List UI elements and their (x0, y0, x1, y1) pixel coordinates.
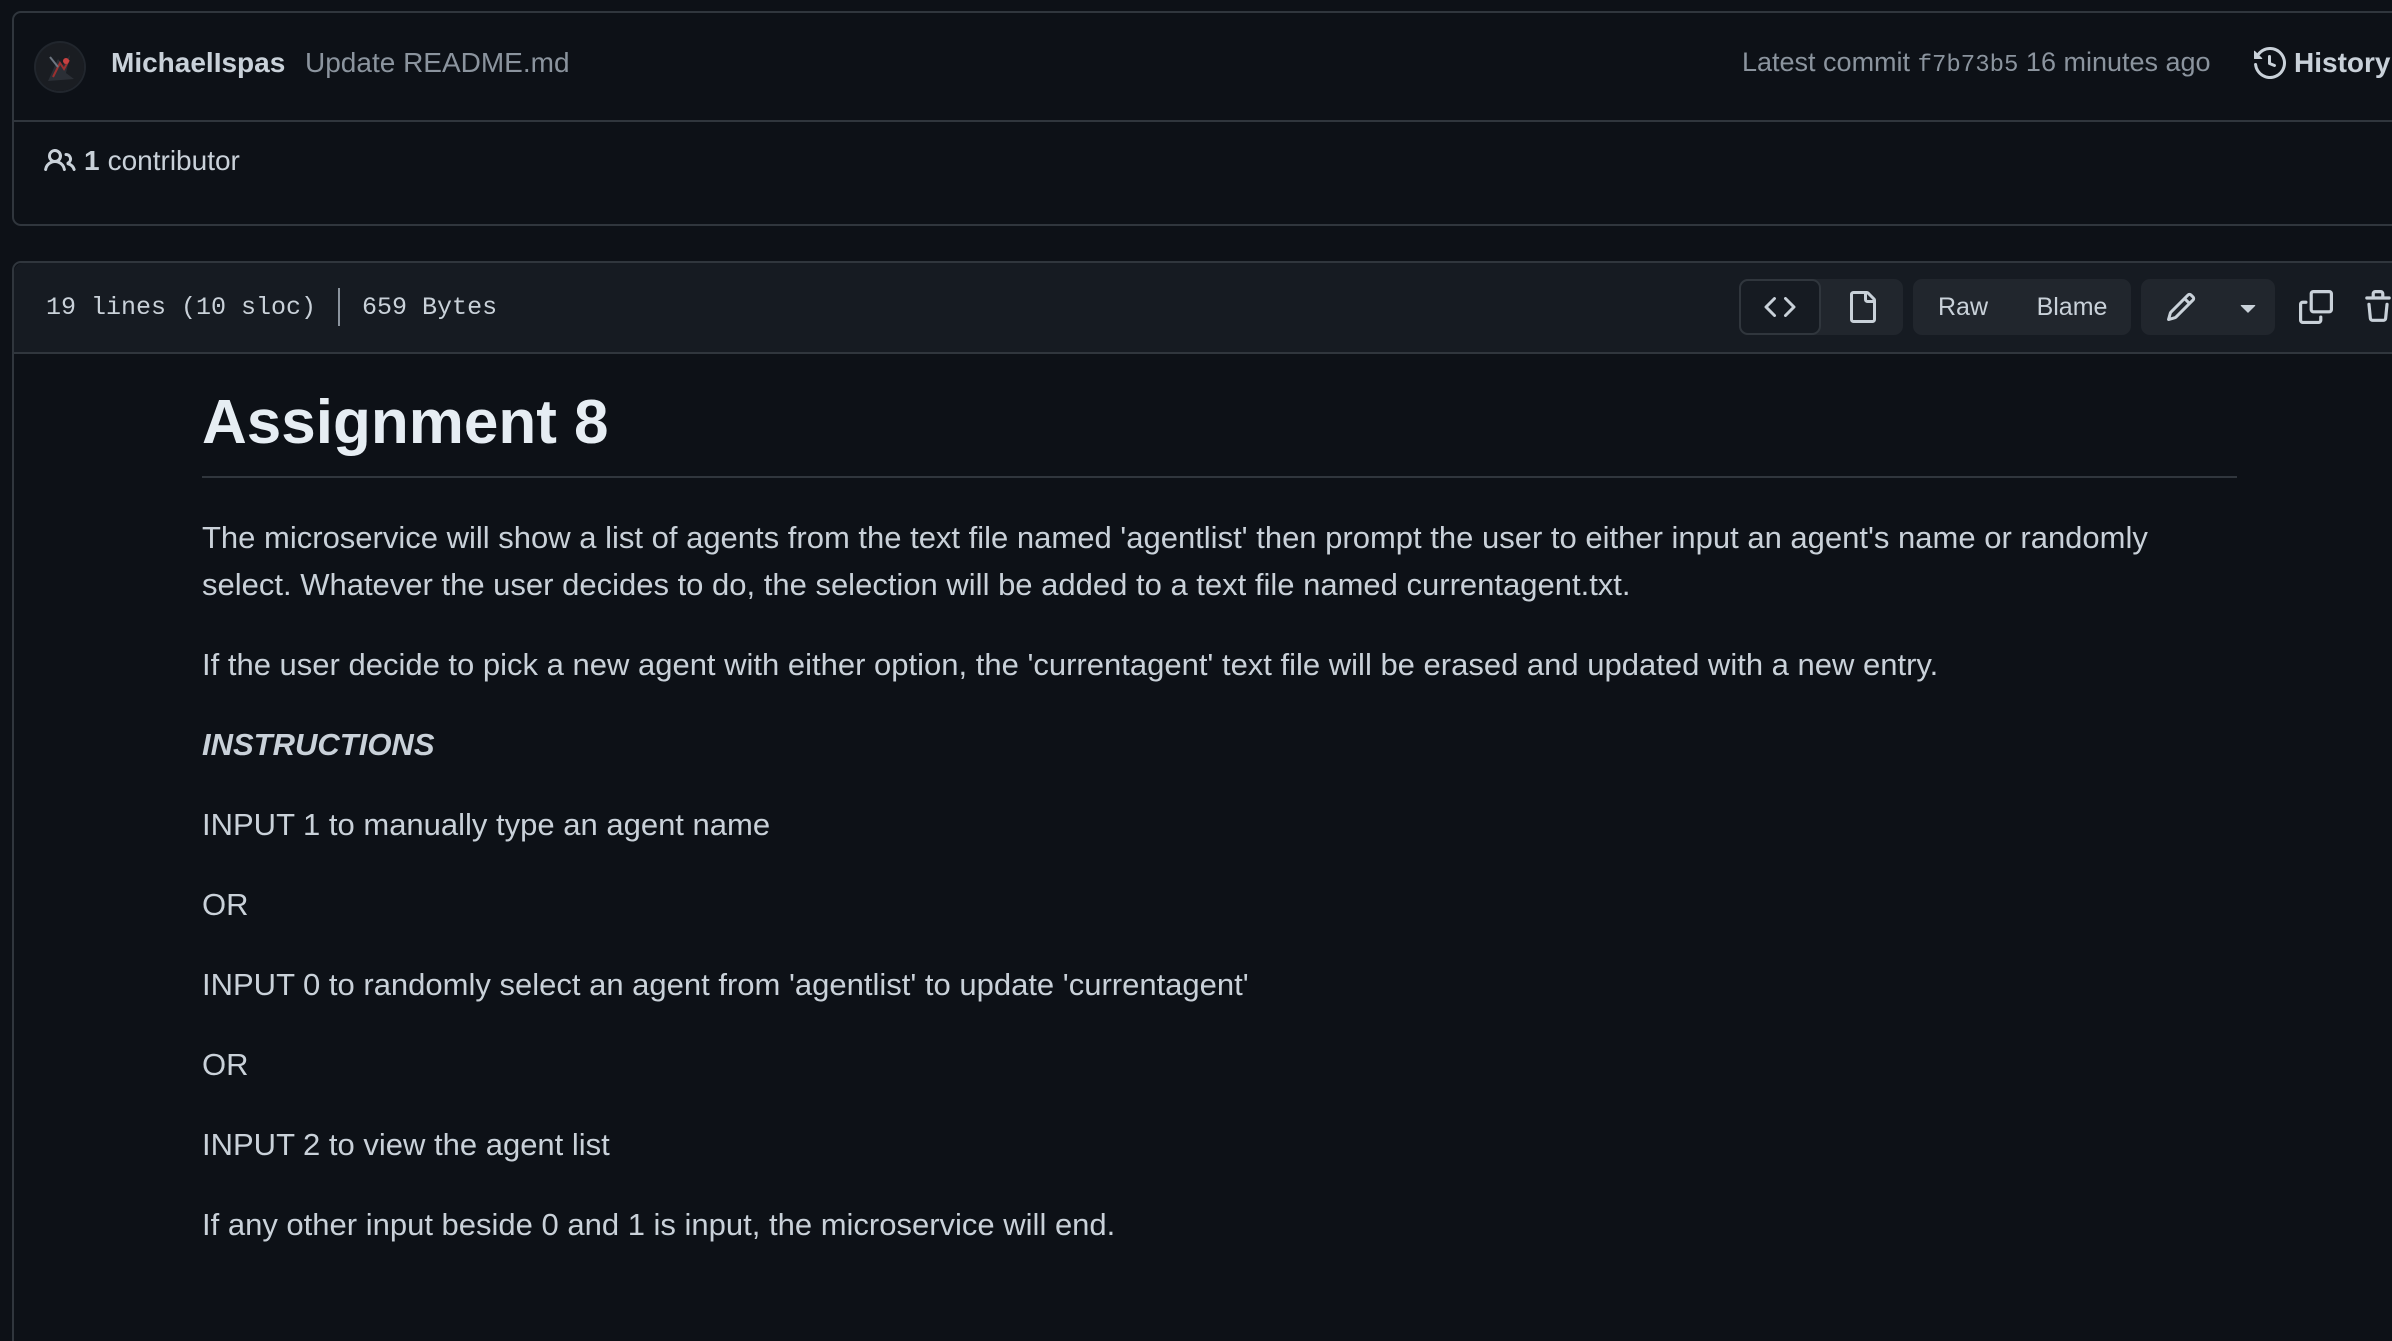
preview-view-button[interactable] (1821, 279, 1903, 335)
readme-paragraph-exit: If any other input beside 0 and 1 is inp… (202, 1206, 1116, 1242)
raw-blame-group: Raw Blame (1913, 279, 2131, 335)
file-size: 659 Bytes (362, 292, 498, 322)
pencil-icon (2166, 292, 2196, 322)
readme-instructions-heading: INSTRUCTIONS (202, 726, 435, 762)
contributor-count: 1 (84, 145, 100, 176)
history-button[interactable]: History (2254, 47, 2390, 79)
commit-time: 16 minutes ago (2025, 47, 2211, 77)
view-toggle-group (1739, 279, 1903, 335)
readme-title: Assignment 8 (202, 354, 2237, 478)
file-icon (1850, 291, 1876, 323)
avatar-image (36, 43, 84, 91)
commit-sha-link[interactable]: f7b73b5 (1918, 52, 2019, 79)
source-view-button[interactable] (1739, 279, 1821, 335)
edit-group (2141, 279, 2275, 335)
commit-message-link[interactable]: Update README.md (305, 47, 570, 79)
blame-button[interactable]: Blame (2013, 279, 2131, 335)
latest-commit-info: Latest commit f7b73b5 16 minutes ago (1742, 47, 2211, 79)
edit-dropdown-button[interactable] (2221, 279, 2275, 335)
file-info-divider (338, 288, 341, 326)
trash-icon (2365, 290, 2391, 322)
commit-box: MichaelIspas Update README.md Latest com… (12, 11, 2392, 226)
people-icon (44, 148, 76, 172)
file-line-count: 19 lines (10 sloc) (46, 292, 317, 322)
history-label: History (2294, 47, 2391, 78)
readme-or-2: OR (202, 1046, 249, 1082)
latest-commit-row: MichaelIspas Update README.md Latest com… (14, 13, 2392, 122)
readme-content: Assignment 8 The microservice will show … (202, 354, 2237, 1248)
history-icon (2254, 47, 2286, 79)
file-view-page: MichaelIspas Update README.md Latest com… (0, 0, 2392, 1341)
contributors-link[interactable]: 1 contributor (44, 145, 240, 177)
readme-instruction-input-1: INPUT 1 to manually type an agent name (202, 806, 771, 842)
commit-author-link[interactable]: MichaelIspas (111, 47, 285, 79)
triangle-down-icon (2240, 305, 2256, 313)
file-info: 19 lines (10 sloc) 659 Bytes (46, 288, 497, 326)
readme-instruction-input-2: INPUT 2 to view the agent list (202, 1126, 610, 1162)
file-box: 19 lines (10 sloc) 659 Bytes Raw Blame A… (12, 261, 2392, 1341)
code-icon (1764, 296, 1796, 318)
readme-paragraph-update: If the user decide to pick a new agent w… (202, 646, 1939, 682)
readme-or-1: OR (202, 886, 249, 922)
avatar[interactable] (36, 43, 84, 91)
edit-file-button[interactable] (2141, 279, 2221, 335)
copy-raw-button[interactable] (2285, 279, 2347, 335)
delete-file-button[interactable] (2347, 279, 2392, 335)
file-header: 19 lines (10 sloc) 659 Bytes Raw Blame (14, 263, 2392, 354)
raw-button[interactable]: Raw (1913, 279, 2013, 335)
copy-icon (2299, 290, 2333, 324)
readme-paragraph-description: The microservice will show a list of age… (202, 519, 2148, 602)
contributor-label: contributor (107, 145, 240, 176)
latest-commit-label: Latest commit (1742, 47, 1911, 77)
readme-instruction-input-0: INPUT 0 to randomly select an agent from… (202, 966, 1249, 1002)
file-toolbar: Raw Blame (1739, 279, 2392, 335)
